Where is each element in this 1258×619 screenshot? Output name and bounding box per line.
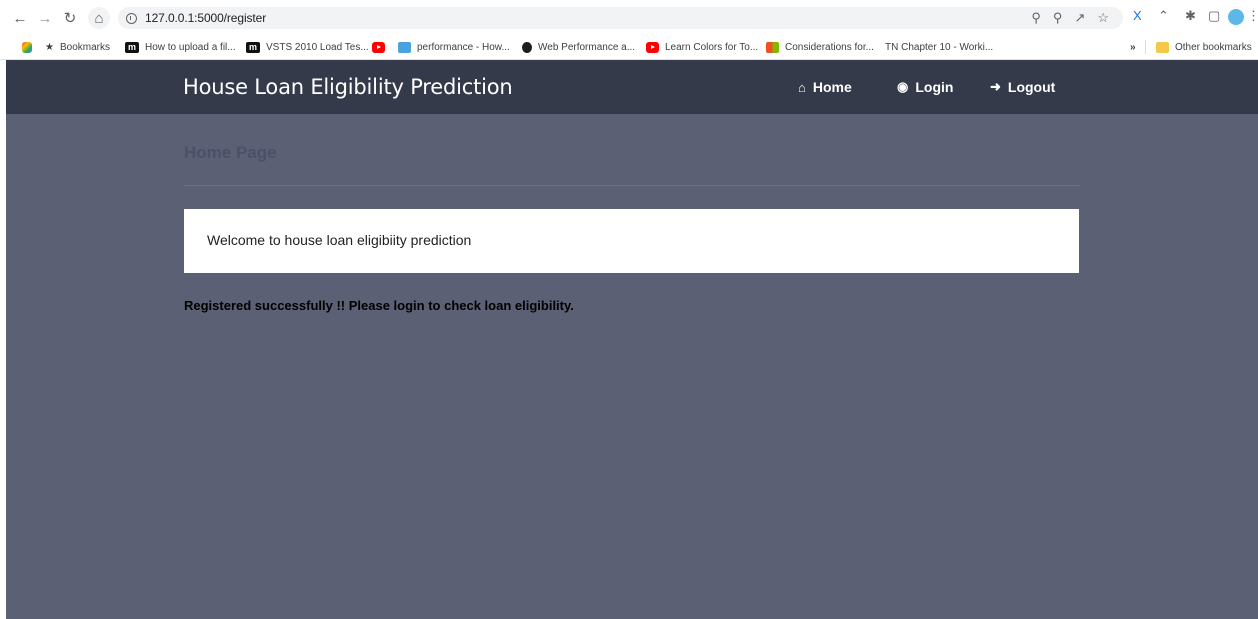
bookmark-item[interactable]: m How to upload a fil... — [125, 40, 236, 55]
brand-title[interactable]: House Loan Eligibility Prediction — [183, 75, 513, 99]
extension-badge-icon[interactable]: ⌃ — [1158, 8, 1169, 24]
bookmark-item[interactable]: Learn Colors for To... — [646, 40, 758, 55]
bookmark-label: TN Chapter 10 - Worki... — [885, 42, 994, 53]
bookmarks-label: Bookmarks — [59, 42, 110, 53]
forward-arrow-icon[interactable]: → — [35, 8, 55, 28]
chevron-more-icon[interactable]: » — [1130, 40, 1136, 55]
other-bookmarks-label: Other bookmarks — [1175, 42, 1252, 53]
share-icon[interactable]: ↗ — [1074, 10, 1085, 26]
address-bar[interactable]: 127.0.0.1:5000/register ⚲ ⚲ ↗ ☆ — [118, 7, 1123, 29]
bookmark-item[interactable]: Considerations for... — [766, 40, 874, 55]
side-panel-icon[interactable]: ▢ — [1208, 8, 1220, 24]
microsoft-icon — [766, 42, 779, 53]
welcome-text: Welcome to house loan eligibiity predict… — [207, 232, 472, 248]
web-perf-icon — [522, 42, 532, 53]
star-icon: ★ — [45, 42, 54, 53]
bookmark-label: Learn Colors for To... — [665, 42, 759, 53]
bookmarks-bar: ★ Bookmarks m How to upload a fil... m VSTS… — [0, 35, 1258, 60]
gp-icon — [398, 42, 411, 53]
nav-logout-link[interactable]: ➜ Logout — [990, 79, 1055, 95]
menu-icon[interactable]: ⋮ — [1247, 8, 1258, 24]
user-circle-icon: ◉ — [897, 79, 909, 94]
welcome-card: Welcome to house loan eligibiity predict… — [184, 209, 1079, 273]
bookmark-label: How to upload a fil... — [145, 42, 236, 53]
bookmark-item[interactable]: m VSTS 2010 Load Tes... — [246, 40, 369, 55]
url-text: 127.0.0.1:5000/register — [145, 11, 267, 25]
bookmark-label: Considerations for... — [785, 42, 874, 53]
back-arrow-icon[interactable]: ← — [10, 8, 30, 28]
home-icon[interactable]: ⌂ — [88, 7, 110, 29]
browser-toolbar: ← → ↻ ⌂ 127.0.0.1:5000/register ⚲ ⚲ ↗ ☆ … — [0, 0, 1258, 35]
nav-logout-label: Logout — [1007, 79, 1056, 95]
nav-home-link[interactable]: ⌂ Home — [798, 79, 852, 95]
logout-icon: ➜ — [990, 79, 1001, 94]
reload-icon[interactable]: ↻ — [60, 8, 80, 28]
bookmark-label: VSTS 2010 Load Tes... — [266, 42, 369, 53]
youtube-icon — [372, 42, 385, 53]
bookmarks-button[interactable]: ★ Bookmarks — [45, 40, 110, 55]
home-icon: ⌂ — [798, 79, 806, 95]
bookmark-item[interactable]: TN Chapter 10 - Worki... — [885, 40, 993, 55]
extensions-puzzle-icon[interactable]: ✱ — [1185, 8, 1196, 24]
bookmark-item[interactable]: Web Performance a... — [522, 40, 635, 55]
extension-x-icon[interactable]: X — [1133, 8, 1142, 23]
m-icon: m — [246, 42, 260, 53]
divider — [1145, 40, 1146, 54]
other-bookmarks[interactable]: Other bookmarks — [1156, 40, 1252, 55]
star-icon[interactable]: ☆ — [1097, 10, 1109, 26]
bookmark-label: performance - How... — [417, 42, 510, 53]
nav-login-label: Login — [915, 79, 954, 95]
navbar: House Loan Eligibility Prediction ⌂ Home… — [6, 60, 1258, 114]
profile-avatar[interactable] — [1228, 9, 1244, 25]
m-icon: m — [125, 42, 139, 53]
status-message: Registered successfully !! Please login … — [184, 298, 574, 313]
key-icon[interactable]: ⚲ — [1031, 10, 1041, 26]
zoom-icon[interactable]: ⚲ — [1053, 10, 1063, 26]
page-title: Home Page — [184, 143, 277, 162]
bookmark-item[interactable]: performance - How... — [398, 40, 510, 55]
bookmark-label: Web Performance a... — [538, 42, 636, 53]
page-viewport: House Loan Eligibility Prediction ⌂ Home… — [6, 60, 1258, 619]
info-icon[interactable] — [126, 12, 137, 24]
nav-login-link[interactable]: ◉ Login — [897, 79, 953, 95]
apps-icon[interactable] — [22, 40, 38, 55]
bookmark-item[interactable] — [372, 40, 391, 55]
folder-icon — [1156, 42, 1169, 53]
section-divider — [184, 185, 1080, 186]
nav-home-label: Home — [812, 79, 852, 95]
youtube-icon — [646, 42, 659, 53]
